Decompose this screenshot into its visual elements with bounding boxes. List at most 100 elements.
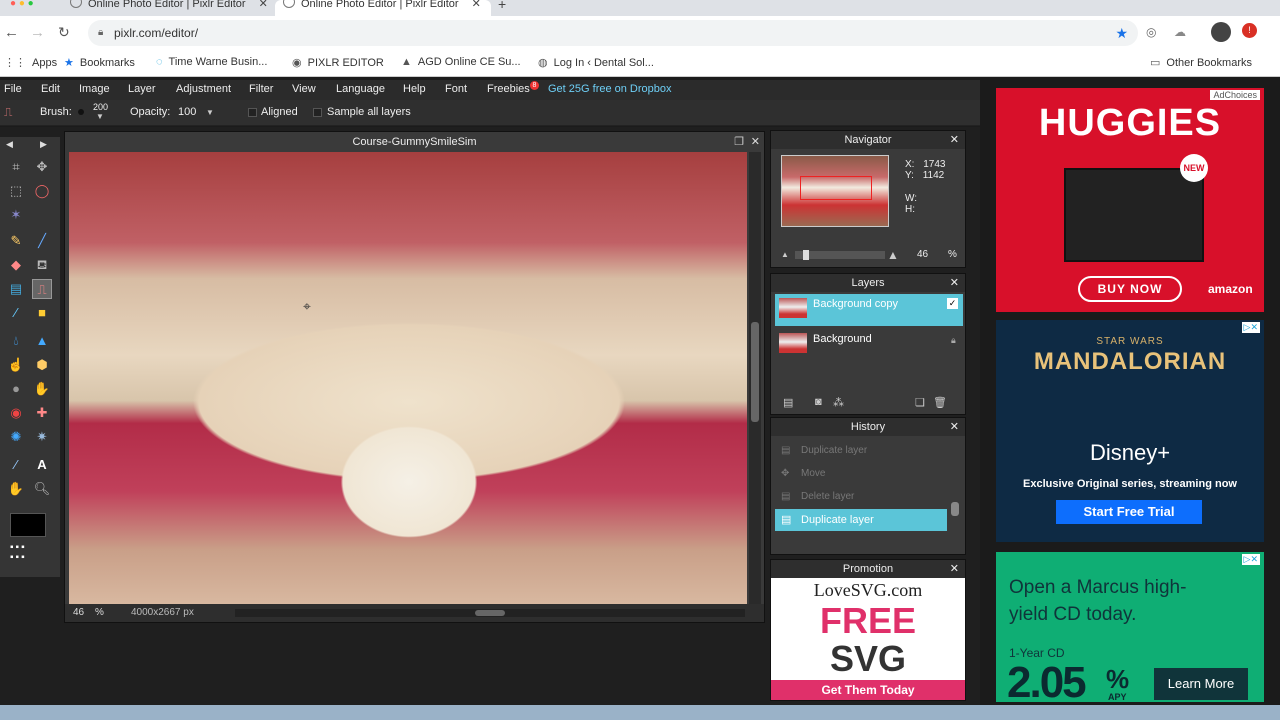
hand-tool-icon[interactable]: ✋	[6, 479, 26, 499]
vertical-scroll-thumb[interactable]	[751, 322, 759, 422]
smudge-tool-icon[interactable]: ☝	[6, 355, 26, 375]
menu-image[interactable]: Image	[79, 83, 110, 95]
collapse-right-icon[interactable]: ▶	[40, 139, 47, 150]
bookmark-time-warner[interactable]: ◌ Time Warne Busin...	[156, 56, 267, 68]
dodge-tool-icon[interactable]: ●	[6, 379, 26, 399]
window-controls[interactable]: ● ● ●	[10, 0, 34, 9]
bucket-tool-icon[interactable]: ⛾	[32, 255, 52, 275]
horizontal-scroll-thumb[interactable]	[475, 610, 505, 616]
close-promotion-icon[interactable]: ✕	[950, 560, 959, 578]
pinch-tool-icon[interactable]: ✷	[32, 427, 52, 447]
zoom-slider-handle[interactable]	[803, 250, 809, 260]
bookmark-agd[interactable]: ▲ AGD Online CE Su...	[401, 56, 521, 68]
history-item[interactable]: ▤ Duplicate layer	[775, 440, 947, 462]
blur-tool-icon[interactable]: 💧︎	[6, 331, 26, 351]
opacity-value[interactable]: 100	[178, 106, 196, 118]
image-canvas[interactable]: ⌖	[69, 152, 747, 604]
navigator-zoom-value[interactable]: 46	[917, 249, 928, 260]
zoom-in-icon[interactable]: ▲	[887, 248, 899, 262]
close-history-icon[interactable]: ✕	[950, 418, 959, 436]
dropbox-promo-link[interactable]: Get 25G free on Dropbox	[548, 83, 672, 95]
move-tool-icon[interactable]: ✥	[32, 157, 52, 177]
layer-background[interactable]: Background 🔒︎	[775, 329, 963, 361]
layer-styles-icon[interactable]: ⁂	[833, 396, 844, 409]
brush-size-value[interactable]: 200	[93, 102, 108, 112]
learn-more-button[interactable]: Learn More	[1154, 668, 1248, 700]
bookmark-star-icon[interactable]: ★	[1115, 20, 1128, 46]
menu-help[interactable]: Help	[403, 83, 426, 95]
eraser-tool-icon[interactable]: ◆	[6, 255, 26, 275]
pencil-tool-icon[interactable]: ✎	[6, 231, 26, 251]
spot-heal-tool-icon[interactable]: ✚	[32, 403, 52, 423]
close-navigator-icon[interactable]: ✕	[950, 131, 959, 149]
cloud-extension-icon[interactable]: ☁	[1174, 25, 1186, 39]
menu-freebies[interactable]: Freebies	[487, 83, 530, 95]
adchoices-icon[interactable]: ▷✕	[1241, 554, 1260, 565]
browser-tab-2[interactable]: Online Photo Editor | Pixlr Editor ✕	[275, 0, 491, 16]
view-grid-icon[interactable]: ▪▪▪ ▪▪▪	[10, 543, 50, 567]
history-item[interactable]: ▤ Delete layer	[775, 486, 947, 508]
forward-icon[interactable]: →	[30, 24, 45, 41]
menu-language[interactable]: Language	[336, 83, 385, 95]
burn-tool-icon[interactable]: ✋	[32, 379, 52, 399]
crop-tool-icon[interactable]: ⌗	[6, 157, 26, 177]
marcus-ad[interactable]: ▷✕ Open a Marcus high-yield CD today. 1-…	[996, 552, 1264, 707]
zoom-tool-icon[interactable]: 🔍︎	[32, 479, 52, 499]
zoom-out-icon[interactable]: ▲	[781, 250, 789, 259]
layer-settings-icon[interactable]: ▤	[783, 396, 793, 409]
history-item[interactable]: ✥ Move	[775, 463, 947, 485]
menu-adjustment[interactable]: Adjustment	[176, 83, 231, 95]
bloat-tool-icon[interactable]: ✺	[6, 427, 26, 447]
brush-preview[interactable]	[78, 109, 84, 115]
menu-filter[interactable]: Filter	[249, 83, 273, 95]
disney-plus-ad[interactable]: ▷✕ STAR WARS MANDALORIAN Disney+ Exclusi…	[996, 320, 1264, 542]
menu-file[interactable]: File	[4, 83, 22, 95]
drawing-tool-icon[interactable]: ■	[32, 303, 52, 323]
promotion-ad[interactable]: LoveSVG.com FREE SVG Get Them Today	[771, 578, 965, 700]
wand-tool-icon[interactable]: ✶	[6, 205, 26, 225]
update-alert-icon[interactable]: !	[1242, 23, 1257, 38]
menu-edit[interactable]: Edit	[41, 83, 60, 95]
reload-icon[interactable]: ↻	[58, 24, 70, 41]
back-icon[interactable]: ←	[4, 24, 19, 41]
close-tab-icon[interactable]: ✕	[259, 0, 268, 10]
layer-background-copy[interactable]: Background copy ✓	[775, 294, 963, 326]
adchoices-link[interactable]: AdChoices	[1210, 90, 1260, 100]
bookmark-other[interactable]: ▭ Other Bookmarks	[1150, 56, 1252, 69]
adchoices-icon[interactable]: ▷✕	[1241, 322, 1260, 333]
aligned-checkbox[interactable]	[248, 108, 257, 117]
menu-view[interactable]: View	[292, 83, 316, 95]
menu-layer[interactable]: Layer	[128, 83, 156, 95]
maximize-icon[interactable]: ❐	[734, 132, 744, 152]
close-layers-icon[interactable]: ✕	[950, 274, 959, 292]
gradient-tool-icon[interactable]: ▤	[6, 279, 26, 299]
navigator-thumbnail[interactable]	[781, 155, 889, 227]
delete-layer-icon[interactable]: 🗑︎	[933, 396, 947, 409]
navigator-viewport[interactable]	[800, 176, 872, 200]
opacity-dropdown-icon[interactable]: ▼	[206, 108, 214, 117]
menu-font[interactable]: Font	[445, 83, 467, 95]
huggies-ad[interactable]: AdChoices HUGGIES NEW BUY NOW amazon	[996, 88, 1264, 312]
type-tool-icon[interactable]: A	[32, 455, 52, 475]
bookmark-pixlr[interactable]: ◉ PIXLR EDITOR	[292, 56, 384, 69]
brush-tool-icon[interactable]: ╱	[32, 231, 52, 251]
new-tab-icon[interactable]: +	[498, 0, 506, 12]
bookmark-apps[interactable]: ⋮⋮ Apps	[4, 56, 57, 69]
start-free-trial-button[interactable]: Start Free Trial	[1056, 500, 1202, 524]
layer-mask-icon[interactable]: ◙	[815, 396, 822, 408]
red-eye-tool-icon[interactable]: ◉	[6, 403, 26, 423]
history-item-active[interactable]: ▤ Duplicate layer	[775, 509, 947, 531]
bookmark-dental[interactable]: ◍ Log In ‹ Dental Sol...	[538, 56, 654, 69]
bookmark-bookmarks[interactable]: ★ Bookmarks	[64, 56, 135, 69]
layer-visibility-checkbox[interactable]: ✓	[947, 298, 958, 309]
marquee-tool-icon[interactable]: ⬚	[6, 181, 26, 201]
foreground-color-swatch[interactable]	[10, 513, 46, 537]
extension-icon[interactable]: ◎	[1146, 25, 1156, 39]
buy-now-button[interactable]: BUY NOW	[1078, 276, 1182, 302]
zoom-input[interactable]: 46	[73, 607, 84, 618]
lasso-tool-icon[interactable]: ◯	[32, 181, 52, 201]
history-scrollbar[interactable]	[951, 502, 959, 516]
color-picker-tool-icon[interactable]: ⁄	[6, 455, 26, 475]
url-bar[interactable]: 🔒︎ pixlr.com/editor/ ★	[88, 20, 1138, 46]
sharpen-tool-icon[interactable]: ▲	[32, 331, 52, 351]
